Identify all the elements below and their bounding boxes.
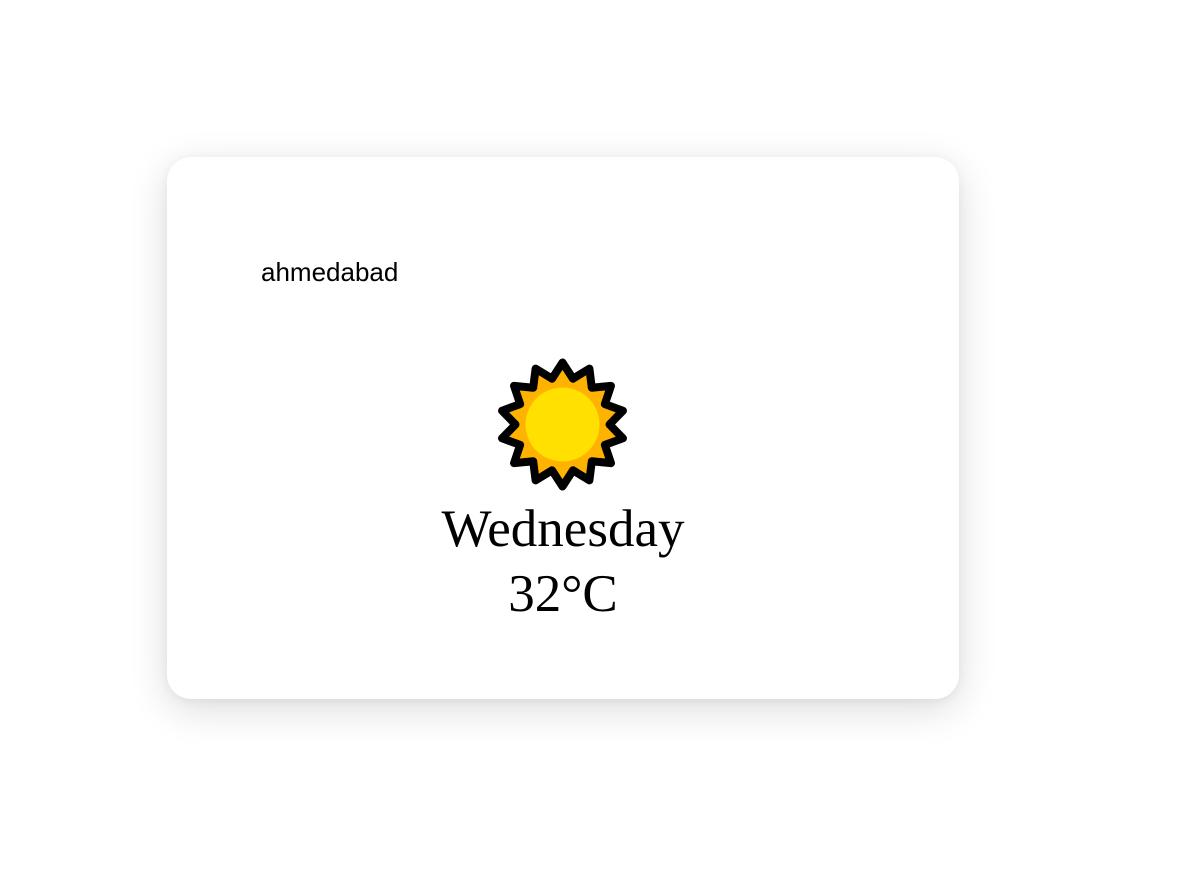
temperature-label: 32°C (508, 565, 618, 623)
weather-card: Wednesday 32°C (167, 157, 959, 699)
day-label: Wednesday (441, 500, 685, 558)
sun-icon (494, 356, 631, 493)
page: Wednesday 32°C (0, 0, 1192, 895)
city-input[interactable] (261, 252, 561, 292)
